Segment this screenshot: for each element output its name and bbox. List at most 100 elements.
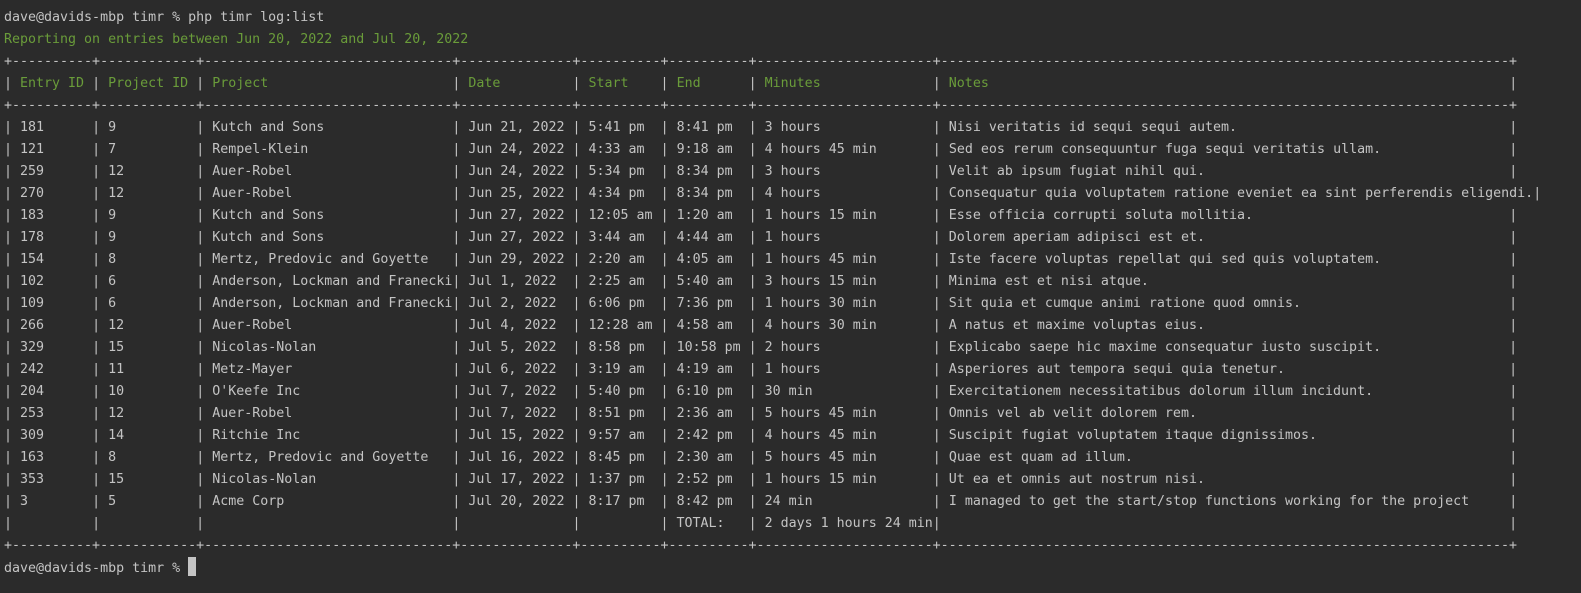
table-row: | 183 | 9 | Kutch and Sons | Jun 27, 202… bbox=[4, 205, 1581, 227]
column-separator: | bbox=[572, 142, 589, 157]
column-separator: | bbox=[748, 208, 765, 223]
column-separator: | bbox=[196, 142, 213, 157]
table-cell: 309 bbox=[20, 428, 45, 443]
table-cell: 253 bbox=[20, 406, 45, 421]
table-cell: 6:10 pm bbox=[676, 384, 733, 399]
table-cell: 2 hours bbox=[764, 340, 821, 355]
table-cell: Anderson, Lockman and Franecki bbox=[212, 274, 453, 289]
column-separator: | bbox=[4, 362, 21, 377]
prompt-line[interactable]: dave@davids-mbp timr % bbox=[4, 557, 1581, 579]
terminal-window[interactable]: dave@davids-mbp timr % php timr log:list… bbox=[0, 0, 1581, 593]
table-cell: 259 bbox=[20, 164, 45, 179]
column-separator: | bbox=[4, 164, 21, 179]
table-cell: Asperiores aut tempora sequi quia tenetu… bbox=[948, 362, 1286, 377]
column-separator: | bbox=[572, 472, 589, 487]
column-separator: | bbox=[452, 494, 469, 509]
column-separator: | bbox=[452, 428, 469, 443]
cursor bbox=[188, 557, 197, 576]
column-separator: | bbox=[452, 318, 469, 333]
column-separator: | bbox=[92, 142, 109, 157]
column-separator: | bbox=[572, 164, 589, 179]
column-separator: | bbox=[748, 428, 765, 443]
table-cell: 12 bbox=[108, 186, 125, 201]
column-separator: | bbox=[92, 516, 109, 531]
table-cell: Nicolas-Nolan bbox=[212, 472, 317, 487]
column-separator: | bbox=[196, 384, 213, 399]
column-separator: | bbox=[660, 230, 677, 245]
column-separator: | bbox=[196, 340, 213, 355]
log-table: +----------+------------+---------------… bbox=[4, 51, 1581, 557]
column-separator: | bbox=[932, 230, 949, 245]
table-cell: 8:58 pm bbox=[588, 340, 645, 355]
table-cell: 4:05 am bbox=[676, 252, 733, 267]
table-cell: Rempel-Klein bbox=[212, 142, 309, 157]
column-separator: | bbox=[748, 450, 765, 465]
table-cell: Auer-Robel bbox=[212, 406, 293, 421]
column-separator: | bbox=[572, 230, 589, 245]
table-cell: 8:17 pm bbox=[588, 494, 645, 509]
table-cell: O'Keefe Inc bbox=[212, 384, 301, 399]
table-cell: TOTAL: bbox=[676, 516, 725, 531]
column-separator: | bbox=[196, 208, 213, 223]
column-separator: | bbox=[748, 252, 765, 267]
table-cell: Jun 24, 2022 bbox=[468, 142, 565, 157]
column-separator: | bbox=[92, 120, 109, 135]
column-separator: | bbox=[4, 428, 21, 443]
column-separator: | bbox=[4, 406, 21, 421]
column-header: End bbox=[676, 76, 701, 91]
column-separator: | bbox=[4, 494, 21, 509]
table-cell: Ritchie Inc bbox=[212, 428, 301, 443]
table-cell: Jul 15, 2022 bbox=[468, 428, 565, 443]
column-separator: | bbox=[92, 494, 109, 509]
table-cell: Jun 27, 2022 bbox=[468, 208, 565, 223]
table-cell: Metz-Mayer bbox=[212, 362, 293, 377]
table-cell: 6 bbox=[108, 274, 117, 289]
table-cell: 9 bbox=[108, 120, 117, 135]
column-separator: | bbox=[1509, 208, 1518, 223]
column-separator: | bbox=[92, 362, 109, 377]
table-row: | 3 | 5 | Acme Corp | Jul 20, 2022 | 8:1… bbox=[4, 491, 1581, 513]
table-cell: 9:18 am bbox=[676, 142, 733, 157]
column-separator: | bbox=[196, 516, 213, 531]
column-separator: | bbox=[932, 450, 949, 465]
column-separator: | bbox=[1509, 274, 1518, 289]
column-separator: | bbox=[452, 516, 469, 531]
column-separator: | bbox=[932, 472, 949, 487]
table-cell: 6:06 pm bbox=[588, 296, 645, 311]
column-separator: | bbox=[452, 252, 469, 267]
shell-prompt: dave@davids-mbp timr % bbox=[4, 10, 189, 25]
table-cell: 7 bbox=[108, 142, 117, 157]
column-separator: | bbox=[748, 274, 765, 289]
table-cell: 4 hours 45 min bbox=[764, 428, 877, 443]
table-cell: Kutch and Sons bbox=[212, 120, 325, 135]
column-separator: | bbox=[1509, 494, 1518, 509]
column-separator: | bbox=[1509, 120, 1518, 135]
column-separator: | bbox=[1509, 384, 1518, 399]
column-separator: | bbox=[932, 494, 949, 509]
column-separator: | bbox=[452, 296, 469, 311]
column-separator: | bbox=[748, 472, 765, 487]
table-cell: 102 bbox=[20, 274, 45, 289]
table-cell: 15 bbox=[108, 472, 125, 487]
table-cell: Anderson, Lockman and Franecki bbox=[212, 296, 453, 311]
column-separator: | bbox=[452, 142, 469, 157]
column-separator: | bbox=[196, 362, 213, 377]
column-separator: | bbox=[748, 120, 765, 135]
table-cell: 5 bbox=[108, 494, 117, 509]
column-separator: | bbox=[4, 142, 21, 157]
column-separator: | bbox=[452, 186, 469, 201]
command-line: dave@davids-mbp timr % php timr log:list bbox=[4, 7, 1581, 29]
table-cell: 10:58 pm bbox=[676, 340, 741, 355]
column-separator: | bbox=[572, 318, 589, 333]
column-separator: | bbox=[452, 384, 469, 399]
table-cell: Esse officia corrupti soluta mollitia. bbox=[948, 208, 1254, 223]
column-separator: | bbox=[932, 76, 949, 91]
column-separator: | bbox=[572, 274, 589, 289]
table-cell: 266 bbox=[20, 318, 45, 333]
table-cell: 11 bbox=[108, 362, 125, 377]
column-separator: | bbox=[1509, 76, 1518, 91]
table-cell: Jul 16, 2022 bbox=[468, 450, 565, 465]
table-cell: Jul 1, 2022 bbox=[468, 274, 557, 289]
table-cell: Jul 5, 2022 bbox=[468, 340, 557, 355]
table-cell: Explicabo saepe hic maxime consequatur i… bbox=[948, 340, 1382, 355]
